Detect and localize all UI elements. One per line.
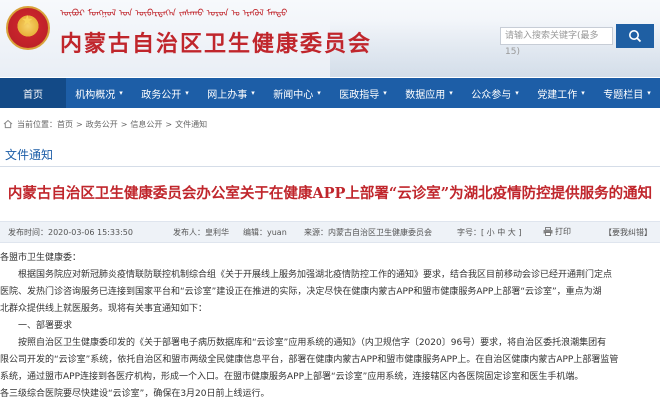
nav-item-label: 机构概况 — [75, 89, 116, 101]
search-icon — [629, 30, 642, 43]
national-emblem-icon: ★ — [6, 6, 50, 50]
article-paragraph: 一、部署要求 — [18, 321, 73, 331]
nav-item-label: 网上办事 — [207, 89, 248, 101]
nav-item[interactable]: 数据应用 ▾ — [396, 78, 462, 108]
publisher: 发布人：皇利华 — [173, 228, 229, 237]
nav-item[interactable]: 网上办事 ▾ — [198, 78, 264, 108]
nav-item-label: 医政指导 — [339, 89, 380, 101]
nav-item[interactable]: 医政指导 ▾ — [330, 78, 396, 108]
site-header: ★ ᠥᠪᠥᠷ ᠮᠣᠩᠭᠣᠯ ᠤᠨ ᠥᠪᠡᠷᠲᠡᠭᠡᠨ ᠵᠠᠰᠠᠬᠤ ᠣᠷᠤᠨ ᠤ… — [0, 0, 660, 77]
chevron-down-icon: ▾ — [119, 89, 123, 97]
chevron-down-icon: ▾ — [317, 89, 321, 97]
printer-icon — [543, 227, 553, 236]
chevron-down-icon: ▾ — [515, 89, 519, 97]
publish-time: 发布时间：2020-03-06 15:33:50 — [8, 228, 133, 237]
nav-item[interactable]: 首页 — [0, 78, 66, 108]
editor: 编辑：yuan — [243, 228, 287, 237]
chevron-down-icon: ▾ — [185, 89, 189, 97]
print-label: 打印 — [555, 227, 571, 236]
chevron-down-icon: ▾ — [647, 89, 651, 97]
article-paragraph: 按照自治区卫生健康委印发的《关于部署电子病历数据库和“云诊室”应用系统的通知》（… — [18, 338, 607, 348]
article-meta-bar: 发布时间：2020-03-06 15:33:50 发布人：皇利华 编辑：yuan… — [0, 221, 660, 243]
article-paragraph: 北群众提供线上就医服务。现将有关事宜通知如下： — [0, 304, 208, 314]
search-input[interactable]: 请输入搜索关键字(最多15) — [500, 27, 613, 57]
nav-item-label: 公众参与 — [471, 89, 512, 101]
breadcrumb-item-gov-affairs[interactable]: 政务公开 — [86, 119, 118, 130]
font-size-large[interactable]: 大 — [508, 228, 516, 237]
nav-item-label: 党建工作 — [537, 89, 578, 101]
article-paragraph: 系统，通过盟市APP连接到各医疗机构，形成一个入口。在盟市健康服务APP上部署“… — [0, 372, 584, 382]
nav-item-label: 政务公开 — [141, 89, 182, 101]
nav-item[interactable]: 政务公开 ▾ — [132, 78, 198, 108]
article-title: 内蒙古自治区卫生健康委员会办公室关于在健康APP上部署“云诊室”为湖北疫情防控提… — [7, 185, 653, 202]
font-size-label: 字号：[ — [457, 228, 485, 237]
breadcrumb-item-home[interactable]: 首页 — [57, 119, 73, 130]
breadcrumb-item-info-disclosure[interactable]: 信息公开 — [130, 119, 162, 130]
nav-item[interactable]: 专题栏目 ▾ — [594, 78, 660, 108]
article-body: 各盟市卫生健康委： 根据国务院应对新冠肺炎疫情联防联控机制综合组《关于开展线上服务… — [0, 250, 660, 403]
article-paragraph: 医院、发热门诊咨询服务已连接到国家平台和“云诊室”建设正在推进的实际，决定尽快在… — [0, 287, 602, 297]
breadcrumb: 当前位置： 首页 > 政务公开 > 信息公开 > 文件通知 — [0, 116, 660, 132]
breadcrumb-item-notices[interactable]: 文件通知 — [175, 119, 207, 130]
site-title: 内蒙古自治区卫生健康委员会 — [60, 31, 373, 57]
chevron-down-icon: ▾ — [383, 89, 387, 97]
nav-item-label: 专题栏目 — [603, 89, 644, 101]
article-paragraph: 各盟市卫生健康委： — [0, 253, 82, 263]
font-size-bracket: ] — [518, 228, 522, 237]
home-icon — [3, 119, 13, 129]
article-paragraph: 各三级综合医院要尽快建设“云诊室”，确保在3月20日前上线运行。 — [0, 389, 270, 399]
nav-item[interactable]: 机构概况 ▾ — [66, 78, 132, 108]
mongolian-title: ᠥᠪᠥᠷ ᠮᠣᠩᠭᠣᠯ ᠤᠨ ᠥᠪᠡᠷᠲᠡᠭᠡᠨ ᠵᠠᠰᠠᠬᠤ ᠣᠷᠤᠨ ᠤ ᠡ… — [60, 9, 288, 19]
search-button[interactable] — [616, 24, 654, 48]
article-paragraph: 限公司开发的“云诊室”系统，依托自治区和盟市两级全民健康信息平台，部署在健康内蒙… — [0, 355, 619, 365]
section-title: 文件通知 — [5, 148, 54, 162]
nav-item-label: 数据应用 — [405, 89, 446, 101]
section-header: 文件通知 — [0, 141, 660, 167]
nav-item[interactable]: 新闻中心 ▾ — [264, 78, 330, 108]
article-paragraph: 根据国务院应对新冠肺炎疫情联防联控机制综合组《关于开展线上服务加强湖北疫情防控工… — [18, 270, 613, 280]
breadcrumb-prefix: 当前位置： — [17, 119, 57, 129]
chevron-down-icon: ▾ — [449, 89, 453, 97]
report-error-link[interactable]: 【要我纠错】 — [604, 227, 652, 238]
nav-item-label: 首页 — [23, 89, 43, 101]
breadcrumb-separator: > — [76, 119, 83, 129]
print-button[interactable]: 打印 — [543, 226, 571, 237]
chevron-down-icon: ▾ — [251, 89, 255, 97]
breadcrumb-separator: > — [120, 119, 128, 129]
article-source: 来源：内蒙古自治区卫生健康委员会 — [304, 228, 432, 237]
font-size-control: 字号：[ 小 中 大 ] — [457, 227, 521, 238]
font-size-small[interactable]: 小 — [487, 228, 495, 237]
main-nav: 首页 机构概况 ▾ 政务公开 ▾ 网上办事 ▾ 新闻中心 ▾ 医政指导 ▾ 数据应用 ▾ 公众参与 ▾ 党建工… — [0, 78, 660, 108]
nav-item[interactable]: 党建工作 ▾ — [528, 78, 594, 108]
nav-item[interactable]: 公众参与 ▾ — [462, 78, 528, 108]
font-size-medium[interactable]: 中 — [497, 228, 505, 237]
chevron-down-icon: ▾ — [581, 89, 585, 97]
breadcrumb-separator: > — [165, 119, 173, 129]
nav-item-label: 新闻中心 — [273, 89, 314, 101]
